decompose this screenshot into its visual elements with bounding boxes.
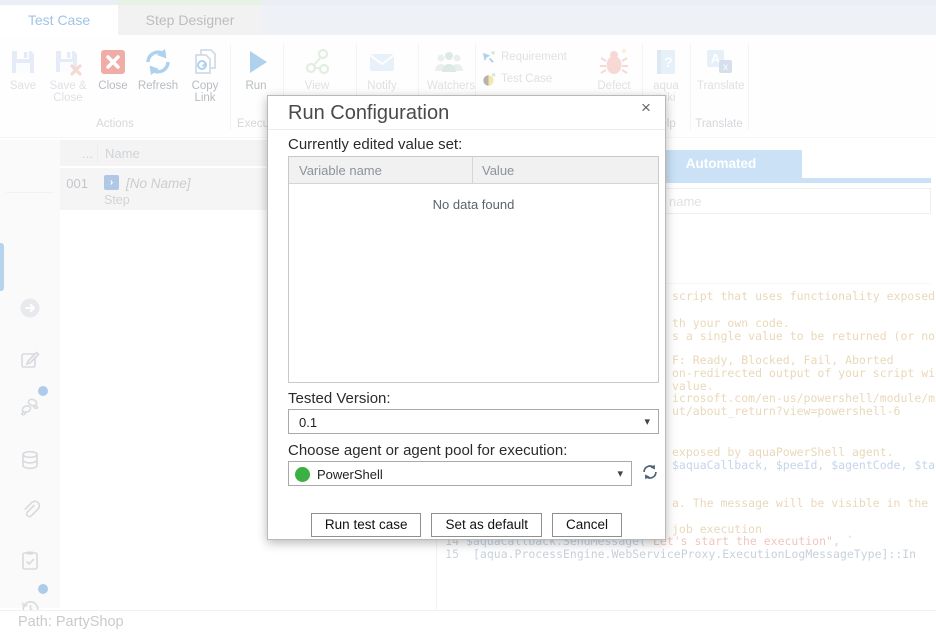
refresh-agents-button[interactable] (640, 462, 662, 484)
set-as-default-button[interactable]: Set as default (431, 513, 542, 537)
value-set-table-header: Variable name Value (289, 157, 658, 184)
empty-table-message: No data found (289, 197, 658, 212)
column-header-value: Value (482, 163, 514, 178)
run-test-case-button[interactable]: Run test case (311, 513, 422, 537)
chevron-down-icon: ▾ (617, 467, 623, 480)
refresh-icon (640, 462, 660, 482)
tested-version-label: Tested Version: (288, 390, 391, 407)
agent-label: Choose agent or agent pool for execution… (288, 442, 567, 459)
column-divider (472, 157, 473, 183)
run-configuration-dialog: Run Configuration × Currently edited val… (267, 95, 666, 540)
value-set-table: Variable name Value No data found (288, 156, 659, 383)
agent-dropdown[interactable]: PowerShell ▾ (288, 461, 632, 486)
dialog-title: Run Configuration (288, 102, 449, 125)
value-set-label: Currently edited value set: (288, 136, 462, 153)
tested-version-value: 0.1 (299, 415, 317, 430)
dialog-title-divider (268, 129, 665, 130)
chevron-down-icon: ▾ (644, 415, 650, 428)
dialog-button-row: Run test case Set as default Cancel (268, 513, 665, 537)
agent-value: PowerShell (317, 467, 383, 482)
tested-version-dropdown[interactable]: 0.1 ▾ (288, 409, 659, 434)
close-icon[interactable]: × (635, 98, 657, 122)
app-window: Test Case Step Designer Save Save &Close (0, 0, 936, 634)
agent-online-status-dot (295, 467, 310, 482)
cancel-button[interactable]: Cancel (552, 513, 622, 537)
column-header-variable-name: Variable name (299, 163, 382, 178)
